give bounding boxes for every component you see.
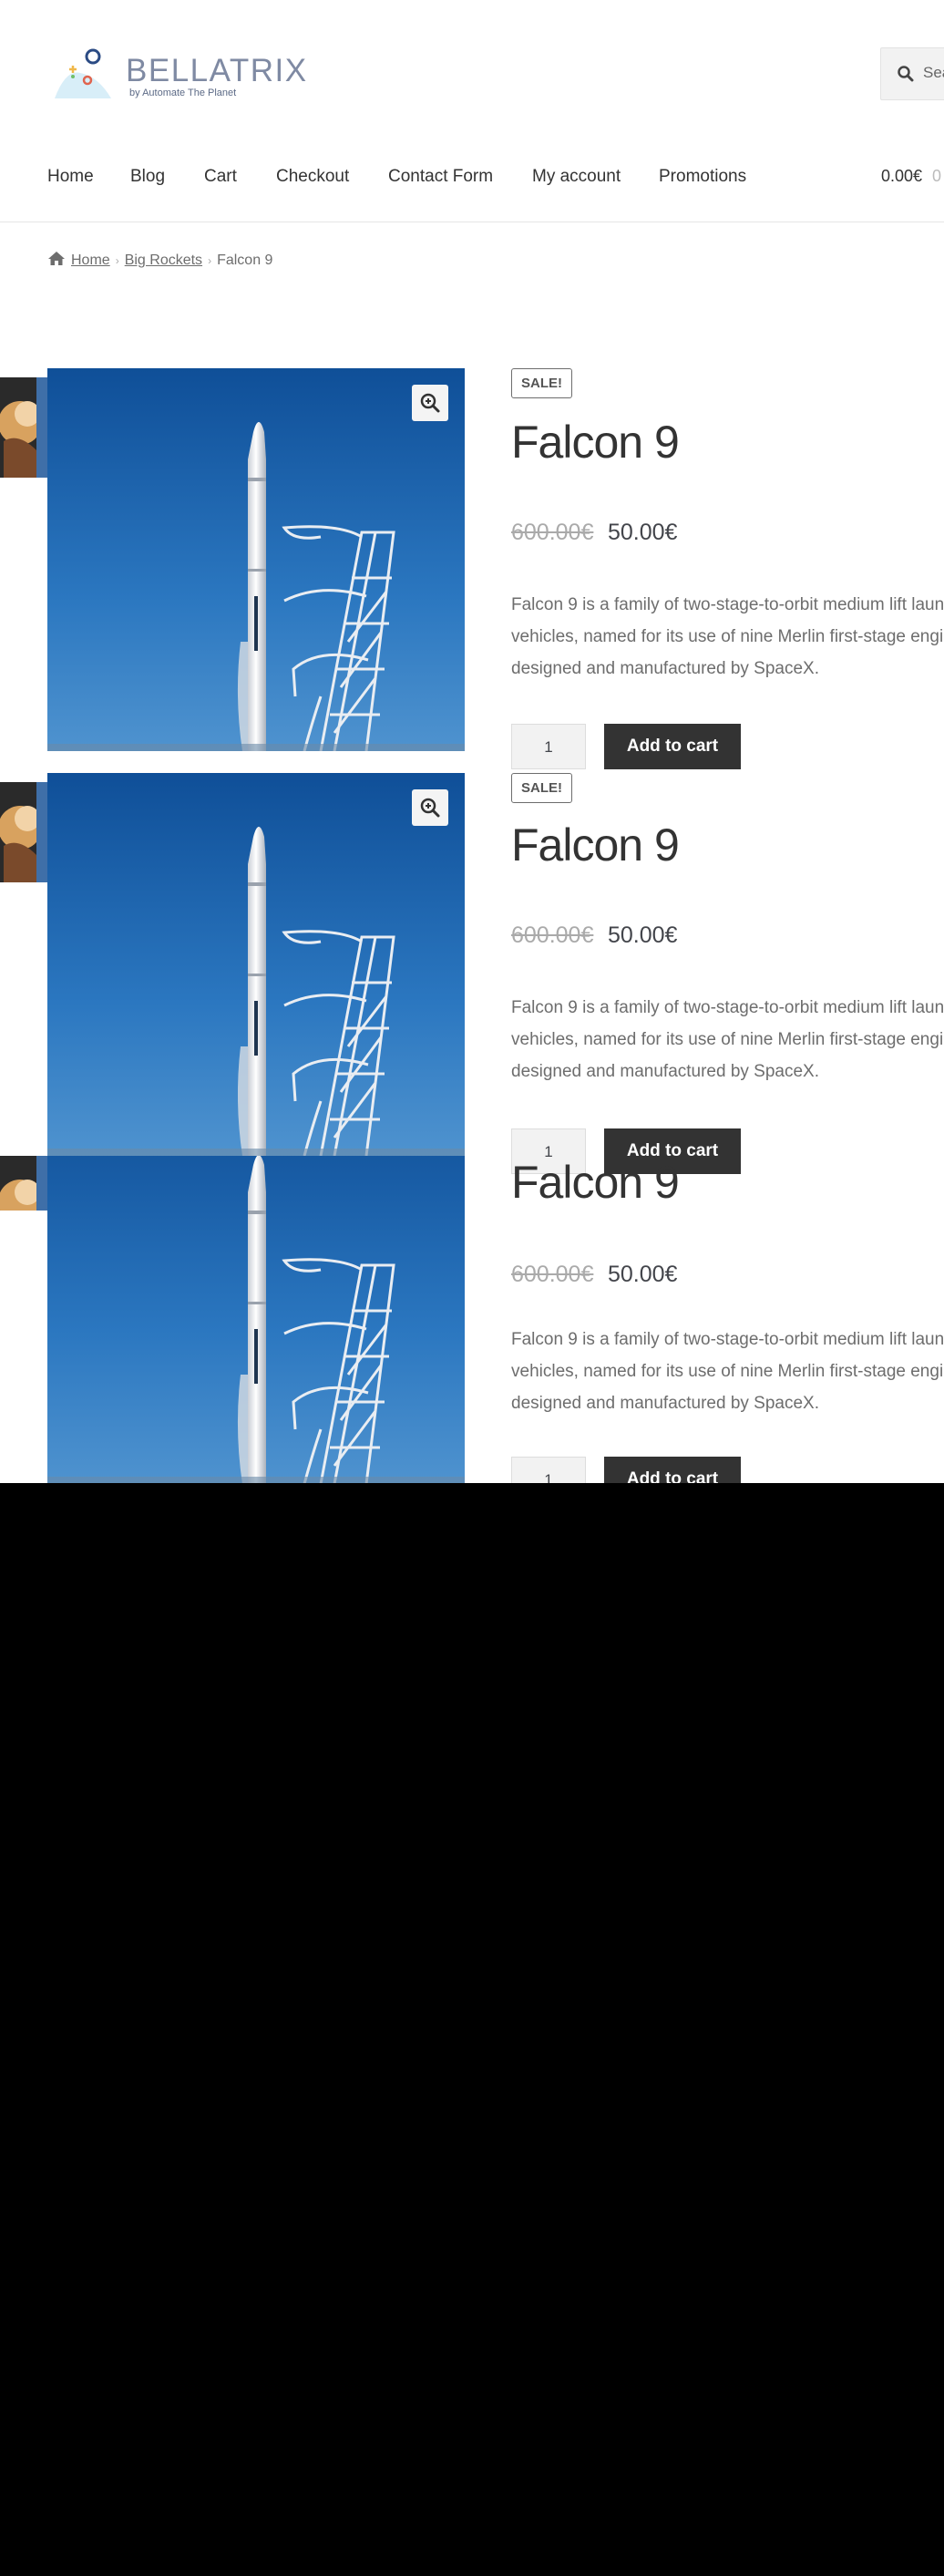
product-title: Falcon 9 — [511, 1157, 680, 1208]
brand-name: BELLATRIX — [126, 53, 308, 88]
quantity-input[interactable]: 1 — [511, 1457, 586, 1483]
breadcrumb-category[interactable]: Big Rockets — [125, 252, 202, 268]
product-thumbnail[interactable] — [0, 377, 51, 478]
header-cart-count[interactable]: 0 — [932, 167, 941, 186]
zoom-icon — [420, 393, 440, 413]
search-icon — [898, 66, 914, 82]
brand-tagline: by Automate The Planet — [129, 88, 237, 98]
sale-badge: SALE! — [511, 773, 572, 803]
zoom-icon — [420, 798, 440, 818]
product-description: Falcon 9 is a family of two-stage-to-orb… — [511, 1330, 944, 1413]
product-description: Falcon 9 is a family of two-stage-to-orb… — [511, 595, 944, 678]
search-placeholder: Search — [923, 64, 944, 81]
product-block: SALE! Falcon 9 600.00€ 50.00€ Falcon 9 i… — [0, 773, 944, 1174]
breadcrumb-home[interactable]: Home — [71, 252, 110, 268]
nav-my-account[interactable]: My account — [532, 167, 621, 187]
search-field[interactable]: Search — [880, 47, 944, 100]
breadcrumb-separator-icon: › — [208, 254, 212, 267]
sale-price: 50.00€ — [608, 1262, 678, 1287]
nav-contact-form[interactable]: Contact Form — [388, 167, 493, 187]
old-price: 600.00€ — [511, 520, 594, 545]
nav-home[interactable]: Home — [47, 167, 94, 187]
product-title: Falcon 9 — [511, 819, 680, 871]
product-gallery-image[interactable] — [47, 368, 465, 751]
rocket-image — [47, 773, 465, 1156]
old-price: 600.00€ — [511, 922, 594, 948]
rocket-image — [47, 368, 465, 751]
product-block: SALE! Falcon 9 600.00€ 50.00€ Falcon 9 i… — [0, 368, 944, 769]
nav-cart[interactable]: Cart — [204, 167, 237, 187]
breadcrumb-current: Falcon 9 — [217, 252, 273, 268]
product-description: Falcon 9 is a family of two-stage-to-orb… — [511, 998, 944, 1081]
nav-promotions[interactable]: Promotions — [659, 167, 746, 187]
quantity-input[interactable]: 1 — [511, 724, 586, 769]
home-icon — [48, 252, 65, 265]
site-logo[interactable]: BELLATRIX by Automate The Planet — [47, 46, 306, 109]
primary-navigation: Home Blog Cart Checkout Contact Form My … — [0, 160, 944, 196]
product-block: Falcon 9 600.00€ 50.00€ Falcon 9 is a fa… — [0, 1156, 944, 1483]
page: BELLATRIX by Automate The Planet Search … — [0, 0, 944, 1483]
sale-price: 50.00€ — [608, 922, 678, 948]
old-price: 600.00€ — [511, 1262, 594, 1287]
product-gallery-image[interactable] — [47, 1156, 465, 1483]
nav-checkout[interactable]: Checkout — [276, 167, 349, 187]
rocket-image — [47, 1156, 465, 1483]
breadcrumb: Home › Big Rockets › Falcon 9 — [47, 251, 272, 269]
add-to-cart-button[interactable]: Add to cart — [604, 724, 741, 769]
nav-blog[interactable]: Blog — [130, 167, 165, 187]
sale-badge: SALE! — [511, 368, 572, 398]
zoom-button[interactable] — [412, 789, 448, 826]
product-title: Falcon 9 — [511, 417, 680, 468]
sale-price: 50.00€ — [608, 520, 678, 545]
product-thumbnail[interactable] — [0, 1156, 51, 1211]
zoom-button[interactable] — [412, 385, 448, 421]
logo-icon — [55, 48, 111, 98]
header-cart-total[interactable]: 0.00€ — [881, 167, 922, 186]
add-to-cart-button[interactable]: Add to cart — [604, 1457, 741, 1483]
product-thumbnail[interactable] — [0, 782, 51, 882]
product-gallery-image[interactable] — [47, 773, 465, 1156]
breadcrumb-separator-icon: › — [115, 254, 119, 267]
